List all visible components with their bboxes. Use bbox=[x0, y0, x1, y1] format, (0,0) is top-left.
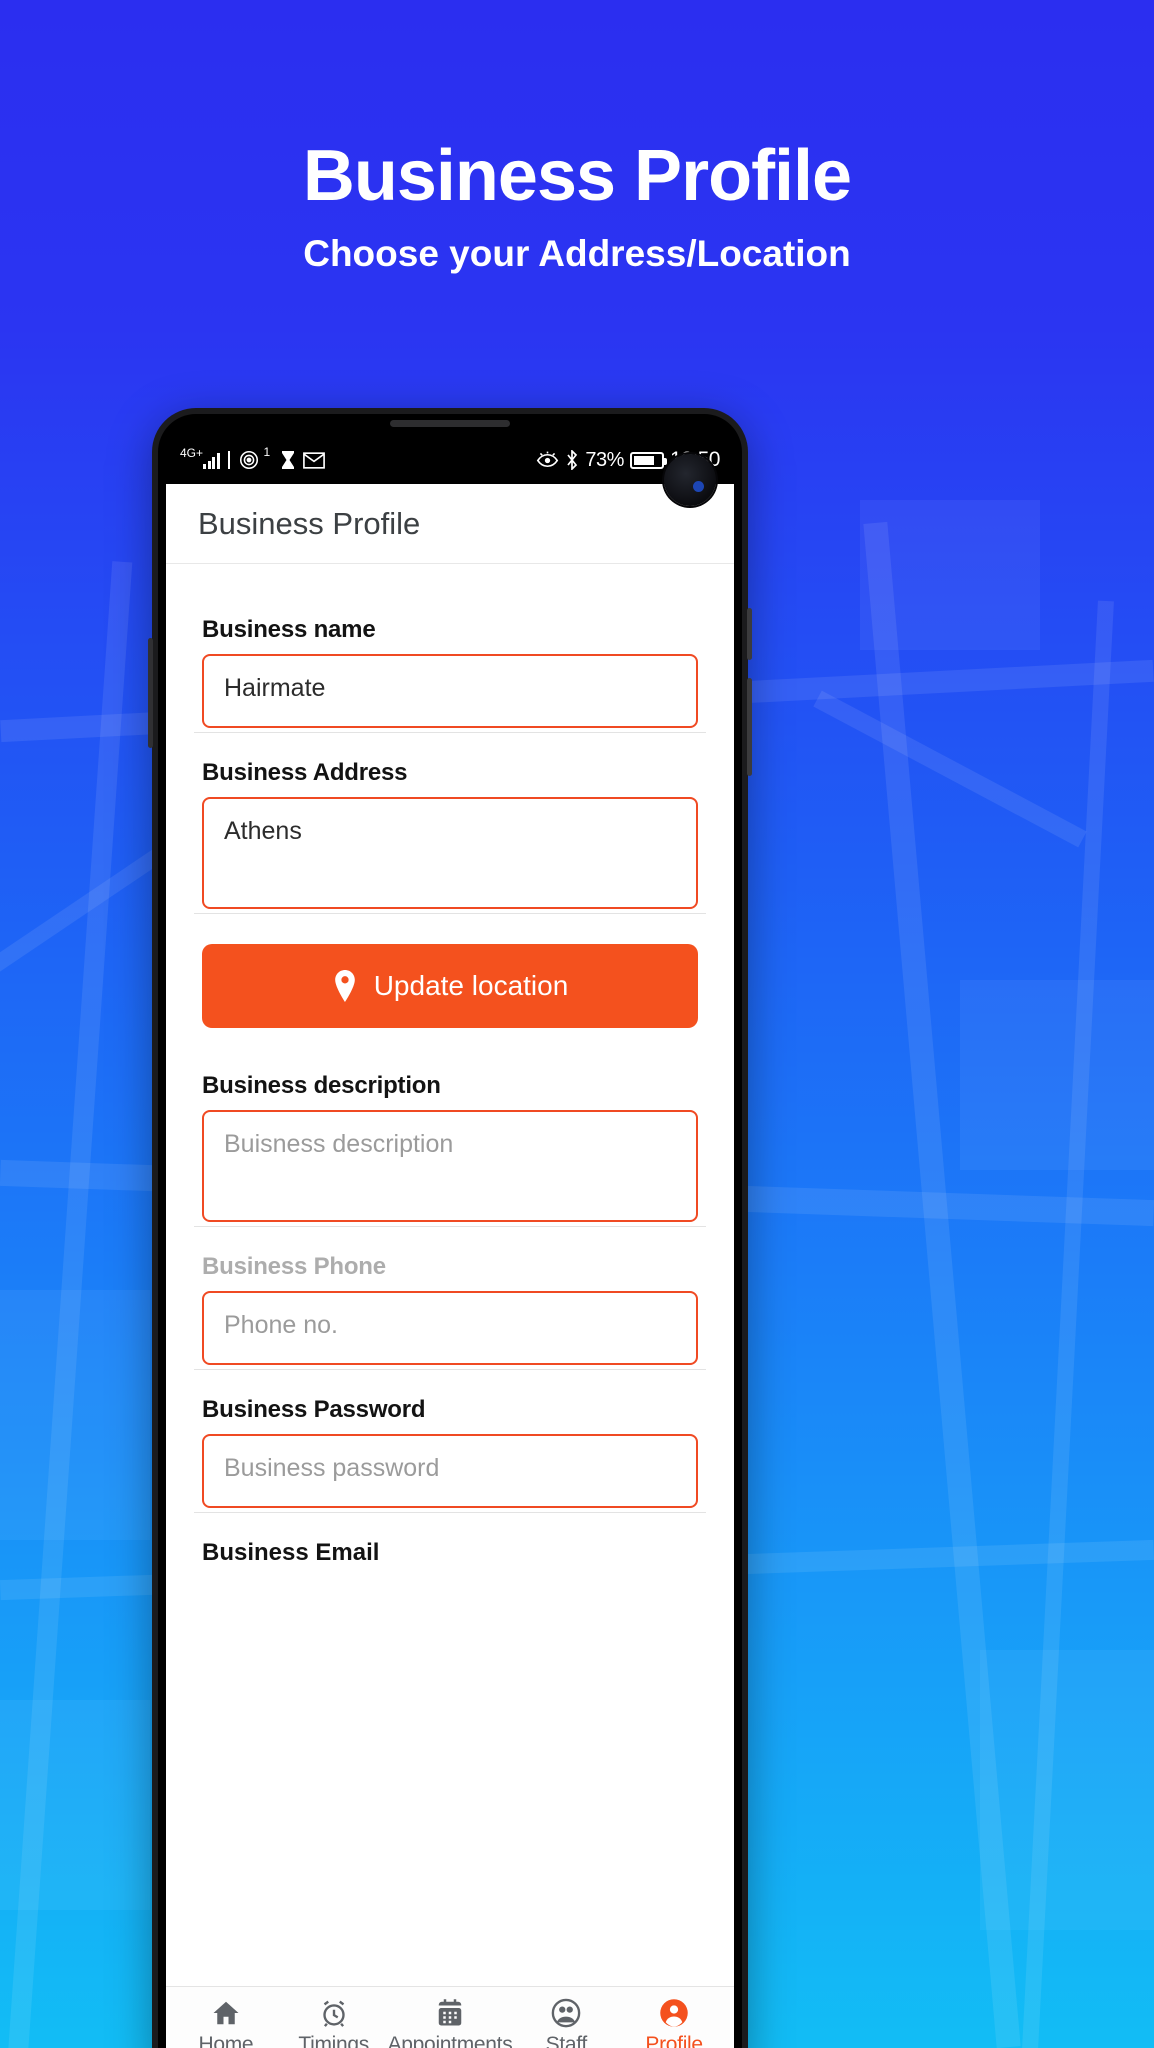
label-business-name: Business name bbox=[202, 616, 376, 643]
nav-label-appointments: Appointments bbox=[387, 2033, 513, 2048]
calendar-icon bbox=[435, 1998, 465, 2028]
phone-left-button bbox=[148, 638, 153, 748]
phone-power-button bbox=[747, 678, 752, 776]
promo-banner: Business Profile Choose your Address/Loc… bbox=[0, 0, 1154, 2048]
label-business-phone: Business Phone bbox=[202, 1253, 386, 1280]
status-bar: 4G+ 1 73% bbox=[166, 436, 734, 506]
input-business-password[interactable]: Business password bbox=[202, 1434, 698, 1508]
hotspot-icon bbox=[238, 449, 260, 471]
field-business-name: Business name Hairmate bbox=[202, 616, 698, 728]
label-business-email-cutoff: Business Email bbox=[202, 1539, 380, 1566]
update-location-button[interactable]: Update location bbox=[202, 944, 698, 1028]
app-bar: Business Profile bbox=[166, 484, 734, 564]
hourglass-icon bbox=[280, 450, 296, 470]
input-business-name[interactable]: Hairmate bbox=[202, 654, 698, 728]
field-divider bbox=[194, 1369, 706, 1370]
update-location-label: Update location bbox=[373, 970, 569, 1001]
nav-label-staff: Staff bbox=[545, 2033, 588, 2048]
battery-icon bbox=[629, 451, 667, 469]
sim-divider-icon bbox=[227, 451, 231, 469]
location-pin-icon bbox=[332, 970, 358, 1002]
nav-item-timings[interactable]: Timings bbox=[280, 1998, 388, 2048]
field-divider bbox=[194, 1512, 706, 1513]
promo-subtitle: Choose your Address/Location bbox=[303, 233, 851, 274]
promo-title: Business Profile bbox=[302, 136, 852, 216]
phone-screen: 4G+ 1 73% Business Profile Business name… bbox=[166, 436, 734, 2048]
label-business-description: Business description bbox=[202, 1072, 441, 1099]
alarm-clock-icon bbox=[319, 1998, 349, 2028]
nav-label-home: Home bbox=[198, 2033, 254, 2048]
front-camera-punch-hole bbox=[664, 454, 716, 506]
people-icon bbox=[551, 1998, 581, 2028]
phone-volume-button bbox=[747, 608, 752, 660]
nav-item-appointments[interactable]: Appointments bbox=[388, 1998, 513, 2048]
field-divider bbox=[194, 913, 706, 914]
signal-icon: 4G+ bbox=[180, 447, 220, 469]
field-business-phone: Business Phone Phone no. bbox=[202, 1253, 698, 1365]
bottom-navigation-bar: Home Timings Appointments Staff Profile bbox=[166, 1986, 734, 2048]
field-divider bbox=[194, 732, 706, 733]
input-business-phone[interactable]: Phone no. bbox=[202, 1291, 698, 1365]
mail-icon bbox=[303, 451, 326, 469]
label-business-password: Business Password bbox=[202, 1396, 426, 1423]
phone-earpiece bbox=[390, 420, 510, 427]
notification-count-badge: 1 bbox=[263, 445, 271, 459]
label-business-address: Business Address bbox=[202, 759, 408, 786]
eye-care-icon bbox=[536, 451, 559, 470]
nav-item-profile[interactable]: Profile bbox=[620, 1998, 728, 2048]
nav-label-timings: Timings bbox=[298, 2033, 370, 2048]
battery-percent-label: 73% bbox=[585, 448, 624, 471]
phone-mockup: 4G+ 1 73% Business Profile Business name… bbox=[148, 408, 752, 2048]
nav-item-staff[interactable]: Staff bbox=[512, 1998, 620, 2048]
business-profile-form: Business name Hairmate Business Address … bbox=[166, 564, 734, 1986]
home-icon bbox=[210, 1998, 242, 2028]
field-business-password: Business Password Business password bbox=[202, 1396, 698, 1508]
bluetooth-icon bbox=[565, 450, 579, 470]
account-circle-icon bbox=[659, 1998, 689, 2028]
input-business-address[interactable]: Athens bbox=[202, 797, 698, 909]
field-business-address: Business Address Athens bbox=[202, 759, 698, 909]
nav-item-home[interactable]: Home bbox=[172, 1998, 280, 2048]
app-bar-title: Business Profile bbox=[198, 505, 421, 541]
network-type-label: 4G+ bbox=[180, 446, 204, 460]
field-divider bbox=[194, 1226, 706, 1227]
input-business-description[interactable]: Buisness description bbox=[202, 1110, 698, 1222]
nav-label-profile: Profile bbox=[645, 2033, 703, 2048]
field-business-description: Business description Buisness descriptio… bbox=[202, 1072, 698, 1222]
